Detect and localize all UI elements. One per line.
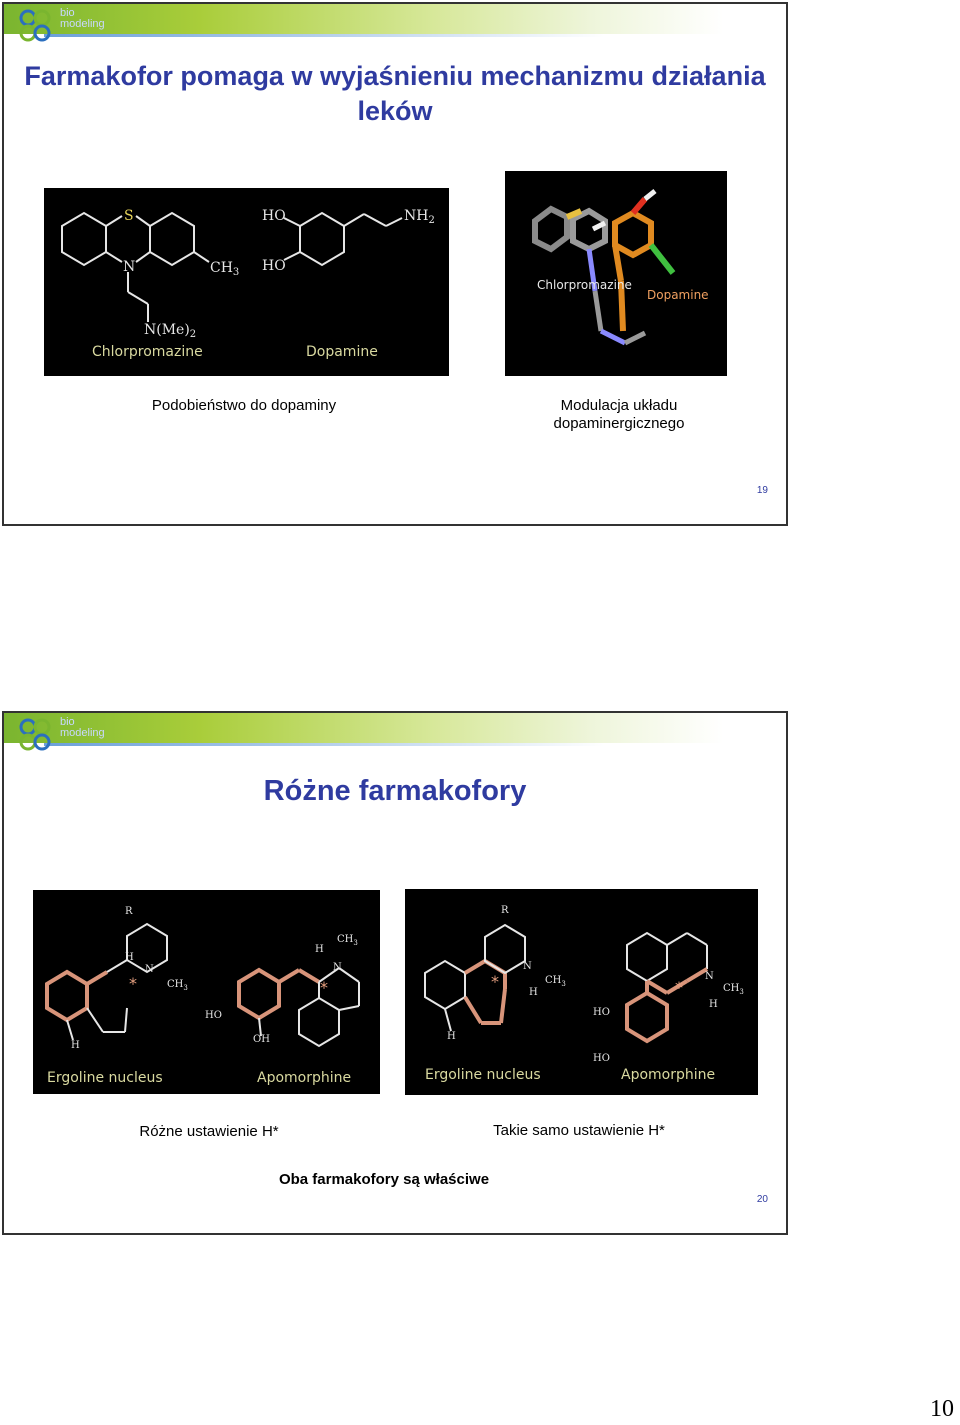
slide-number: 20	[756, 1194, 768, 1205]
atom-n: N	[123, 259, 135, 275]
label-apomorphine: Apomorphine	[257, 1070, 351, 1086]
atom-ho-apo: HO	[205, 1010, 222, 1021]
atom-r-right: R	[501, 905, 509, 916]
atom-n-apo: N	[333, 962, 342, 973]
atom-ho-bottom: HO	[262, 258, 286, 274]
header-banner-underline	[44, 743, 604, 746]
star-marker-apo: *	[320, 978, 328, 997]
atom-r: R	[125, 906, 133, 917]
overlay-panel-chlorpromazine-dopamine: Chlorpromazine Dopamine	[505, 171, 727, 376]
header-banner-underline	[44, 34, 604, 37]
atom-s: S	[124, 208, 134, 224]
caption-same-h: Takie samo ustawienie H*	[493, 1122, 665, 1139]
atom-n-apo-right: N	[705, 971, 714, 982]
atom-n-right: N	[523, 961, 532, 972]
caption-modulation: Modulacja układu dopaminergicznego	[553, 397, 685, 432]
label-ergoline-nucleus: Ergoline nucleus	[47, 1070, 163, 1086]
atom-h: H	[125, 952, 134, 963]
pharmacophore-panel-different: R H N CH3 H * H N CH3 HO OH * Ergoline n…	[33, 890, 380, 1094]
pharmacophore-panel-same: R N CH3 H H * N CH3 H HO HO * Ergoline n…	[405, 889, 758, 1095]
atom-ho-top: HO	[262, 208, 286, 224]
atom-h-apo-right: H	[709, 999, 718, 1010]
atom-h-indole: H	[71, 1040, 80, 1051]
slide-title: Różne farmakofory	[263, 775, 527, 807]
logo-wordmark: bio modeling	[60, 7, 105, 30]
atom-ho-apo-right-bottom: HO	[593, 1053, 610, 1064]
slide-title: Farmakofor pomaga w wyjaśnieniu mechaniz…	[24, 61, 766, 126]
caption-different-h: Różne ustawienie H*	[139, 1123, 279, 1140]
star-marker-right: *	[491, 972, 499, 991]
label-apomorphine-right: Apomorphine	[621, 1067, 715, 1083]
label-ergoline-nucleus-right: Ergoline nucleus	[425, 1067, 541, 1083]
atom-nme2: N(Me)2	[144, 322, 196, 340]
atom-ho-apo-right-top: HO	[593, 1007, 610, 1018]
label-dopamine-3d: Dopamine	[647, 288, 709, 302]
label-chlorpromazine: Chlorpromazine	[92, 344, 203, 360]
atom-n: N	[145, 964, 154, 975]
structure-panel-chlorpromazine-dopamine: S N CH3 N(Me)2 HO HO NH2 Chlorpromazine …	[44, 188, 449, 376]
caption-both-valid: Oba farmakofory są właściwe	[278, 1171, 490, 1188]
logo-wordmark: bio modeling	[60, 716, 105, 739]
star-marker: *	[129, 974, 137, 993]
label-dopamine: Dopamine	[306, 344, 378, 360]
atom-oh-apo: OH	[253, 1034, 270, 1045]
slide-19: bio modeling Farmakofor pomaga w wyjaśni…	[2, 2, 788, 526]
page-number: 10	[930, 1396, 954, 1422]
star-marker-apo-right: *	[675, 978, 683, 997]
atom-h-right: H	[529, 987, 538, 998]
header-banner	[4, 4, 786, 34]
slide-number: 19	[756, 485, 768, 496]
slide-20: bio modeling Różne farmakofory R H N CH3…	[2, 711, 788, 1235]
header-banner	[4, 713, 786, 743]
caption-similarity: Podobieństwo do dopaminy	[151, 397, 337, 414]
atom-h-apo: H	[315, 944, 324, 955]
atom-h-indole-right: H	[447, 1031, 456, 1042]
label-chlorpromazine-3d: Chlorpromazine	[537, 278, 632, 292]
